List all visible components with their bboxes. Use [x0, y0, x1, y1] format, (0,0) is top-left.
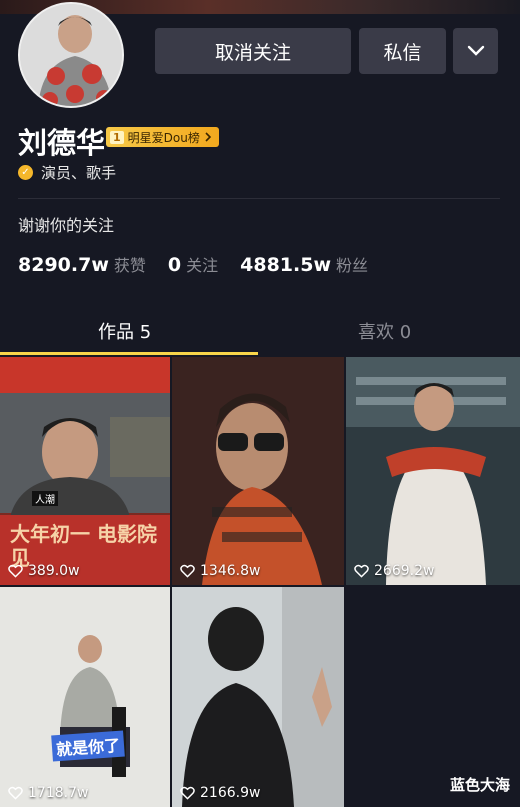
active-tab-indicator	[0, 352, 258, 355]
message-button[interactable]: 私信	[359, 28, 446, 74]
video-likes-count: 1718.7w	[28, 785, 89, 801]
avatar[interactable]	[18, 2, 124, 108]
verification-text: 演员、歌手	[41, 164, 117, 182]
video-likes-count: 1346.8w	[200, 563, 261, 579]
video-likes: 1718.7w	[8, 785, 88, 801]
tab-works[interactable]: 作品 5	[98, 318, 151, 344]
stat-label: 关注	[186, 256, 219, 275]
bio-text: 谢谢你的关注	[18, 216, 115, 235]
chevron-down-icon	[467, 45, 484, 56]
video-likes-count: 2669.2w	[374, 563, 435, 579]
stat-label: 粉丝	[336, 256, 369, 275]
verified-icon: ✓	[18, 165, 33, 180]
watermark: 蓝色大海	[449, 776, 510, 794]
video-likes: 389.0w	[8, 563, 80, 579]
video-likes-count: 389.0w	[28, 563, 80, 579]
unfollow-button[interactable]: 取消关注	[155, 28, 351, 74]
video-likes: 2166.9w	[180, 785, 260, 801]
stat-followers[interactable]: 4881.5w 粉丝	[240, 252, 368, 276]
video-thumbnail[interactable]: 1346.8w	[172, 357, 344, 585]
video-likes: 2669.2w	[354, 563, 434, 579]
heart-icon	[8, 564, 23, 578]
stats-row: 8290.7w 获赞 0 关注 4881.5w 粉丝	[18, 252, 390, 276]
tab-likes[interactable]: 喜欢 0	[358, 318, 411, 344]
video-overlay-tag: 人潮	[32, 491, 58, 506]
video-thumbnail[interactable]: 2669.2w	[346, 357, 520, 585]
avatar-photo	[20, 4, 122, 106]
divider	[18, 198, 500, 199]
stat-following[interactable]: 0 关注	[168, 252, 218, 276]
video-likes: 1346.8w	[180, 563, 260, 579]
video-thumbnail[interactable]: 2166.9w	[172, 587, 344, 807]
rank-number: 1	[110, 130, 124, 144]
unfollow-label: 取消关注	[214, 41, 291, 64]
message-label: 私信	[383, 41, 422, 64]
thumbnail-image	[346, 357, 520, 585]
heart-icon	[180, 786, 195, 800]
thumbnail-image	[172, 357, 344, 585]
stat-label: 获赞	[113, 256, 146, 275]
video-thumbnail[interactable]: 就是你了 1718.7w	[0, 587, 170, 807]
stat-value: 4881.5w	[240, 254, 332, 276]
heart-icon	[354, 564, 369, 578]
video-thumbnail[interactable]: 人潮 大年初一 电影院见 389.0w	[0, 357, 170, 585]
stat-value: 8290.7w	[18, 254, 109, 276]
stat-likes[interactable]: 8290.7w 获赞	[18, 252, 146, 276]
content-tabs: 作品 5 喜欢 0	[0, 310, 520, 356]
video-overlay-text: 就是你了	[51, 730, 125, 762]
rank-badge[interactable]: 1 明星爱Dou榜	[106, 127, 219, 147]
video-likes-count: 2166.9w	[200, 785, 261, 801]
rank-label: 明星爱Dou榜	[127, 130, 200, 145]
heart-icon	[8, 786, 23, 800]
verification-row: ✓ 演员、歌手	[18, 162, 116, 183]
thumbnail-image	[0, 587, 170, 807]
more-options-button[interactable]	[453, 28, 498, 74]
profile-name: 刘德华	[18, 126, 106, 160]
heart-icon	[180, 564, 195, 578]
stat-value: 0	[167, 254, 182, 276]
chevron-right-icon	[205, 132, 211, 142]
thumbnail-image	[172, 587, 344, 807]
